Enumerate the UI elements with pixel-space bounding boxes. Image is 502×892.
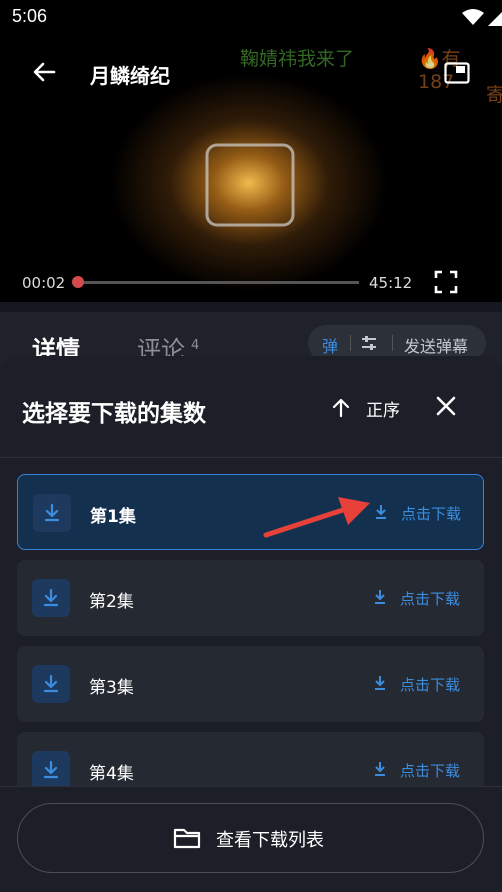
- episode-label: 第2集: [89, 592, 134, 612]
- download-icon: [375, 762, 385, 776]
- sheet-title: 选择要下载的集数: [22, 401, 206, 427]
- download-label: 点击下载: [401, 505, 462, 523]
- comment-count-badge: 4: [191, 338, 200, 353]
- status-bar: 5:06: [0, 0, 502, 34]
- divider: [392, 335, 393, 351]
- view-download-list-button[interactable]: 查看下载列表: [17, 803, 484, 873]
- video-player[interactable]: 月鳞绮纪 鞠婧祎我来了 🔥有 187 寄 00:02 45:12: [0, 34, 502, 302]
- divider: [0, 457, 502, 458]
- sheet-footer: 查看下载列表: [0, 787, 502, 892]
- sort-label: 正序: [366, 401, 400, 421]
- danmaku-text: 寄: [486, 84, 502, 106]
- current-time: 00:02: [22, 274, 66, 292]
- divider: [350, 335, 351, 351]
- close-icon[interactable]: [434, 394, 458, 418]
- danmu-settings-icon[interactable]: [360, 334, 378, 352]
- download-icon: [33, 494, 71, 532]
- download-label: 点击下载: [400, 762, 461, 780]
- download-label: 点击下载: [400, 590, 461, 608]
- episode-item[interactable]: 第1集 点击下载: [17, 474, 484, 550]
- folder-icon: [173, 828, 201, 849]
- send-danmu-button[interactable]: 发送弹幕: [404, 333, 468, 357]
- signal-icon: [488, 12, 502, 26]
- episode-label: 第4集: [89, 764, 134, 784]
- view-download-list-label: 查看下载列表: [216, 830, 324, 851]
- wifi-icon: [462, 9, 484, 25]
- download-icon: [32, 665, 70, 703]
- annotation-arrow-icon: [263, 497, 370, 538]
- total-time: 45:12: [369, 274, 413, 292]
- back-arrow-icon[interactable]: [30, 58, 58, 86]
- danmaku-text: 鞠婧祎我来了: [240, 48, 355, 70]
- download-label: 点击下载: [400, 676, 461, 694]
- arrow-up-icon: [332, 398, 350, 418]
- progress-thumb[interactable]: [72, 276, 84, 288]
- progress-bar[interactable]: [78, 281, 359, 284]
- episode-list: 第1集 点击下载 第2集 点击下载 第3集 点击下载 第4集 点击下载: [0, 474, 502, 786]
- video-title: 月鳞绮纪: [90, 64, 170, 88]
- episode-item[interactable]: 第2集 点击下载: [17, 560, 484, 636]
- danmu-toggle-button[interactable]: 弹: [322, 333, 338, 357]
- fullscreen-icon[interactable]: [434, 270, 458, 294]
- video-logo-seal: [204, 142, 296, 228]
- episode-label: 第3集: [89, 678, 134, 698]
- download-icon: [32, 751, 70, 786]
- download-icon: [32, 579, 70, 617]
- picture-in-picture-icon[interactable]: [444, 62, 470, 84]
- episode-label: 第1集: [90, 507, 136, 527]
- download-icon: [376, 505, 386, 519]
- download-icon: [375, 676, 385, 690]
- status-time: 5:06: [12, 6, 48, 26]
- episode-item[interactable]: 第3集 点击下载: [17, 646, 484, 722]
- download-icon: [375, 590, 385, 604]
- episode-item[interactable]: 第4集 点击下载: [17, 732, 484, 786]
